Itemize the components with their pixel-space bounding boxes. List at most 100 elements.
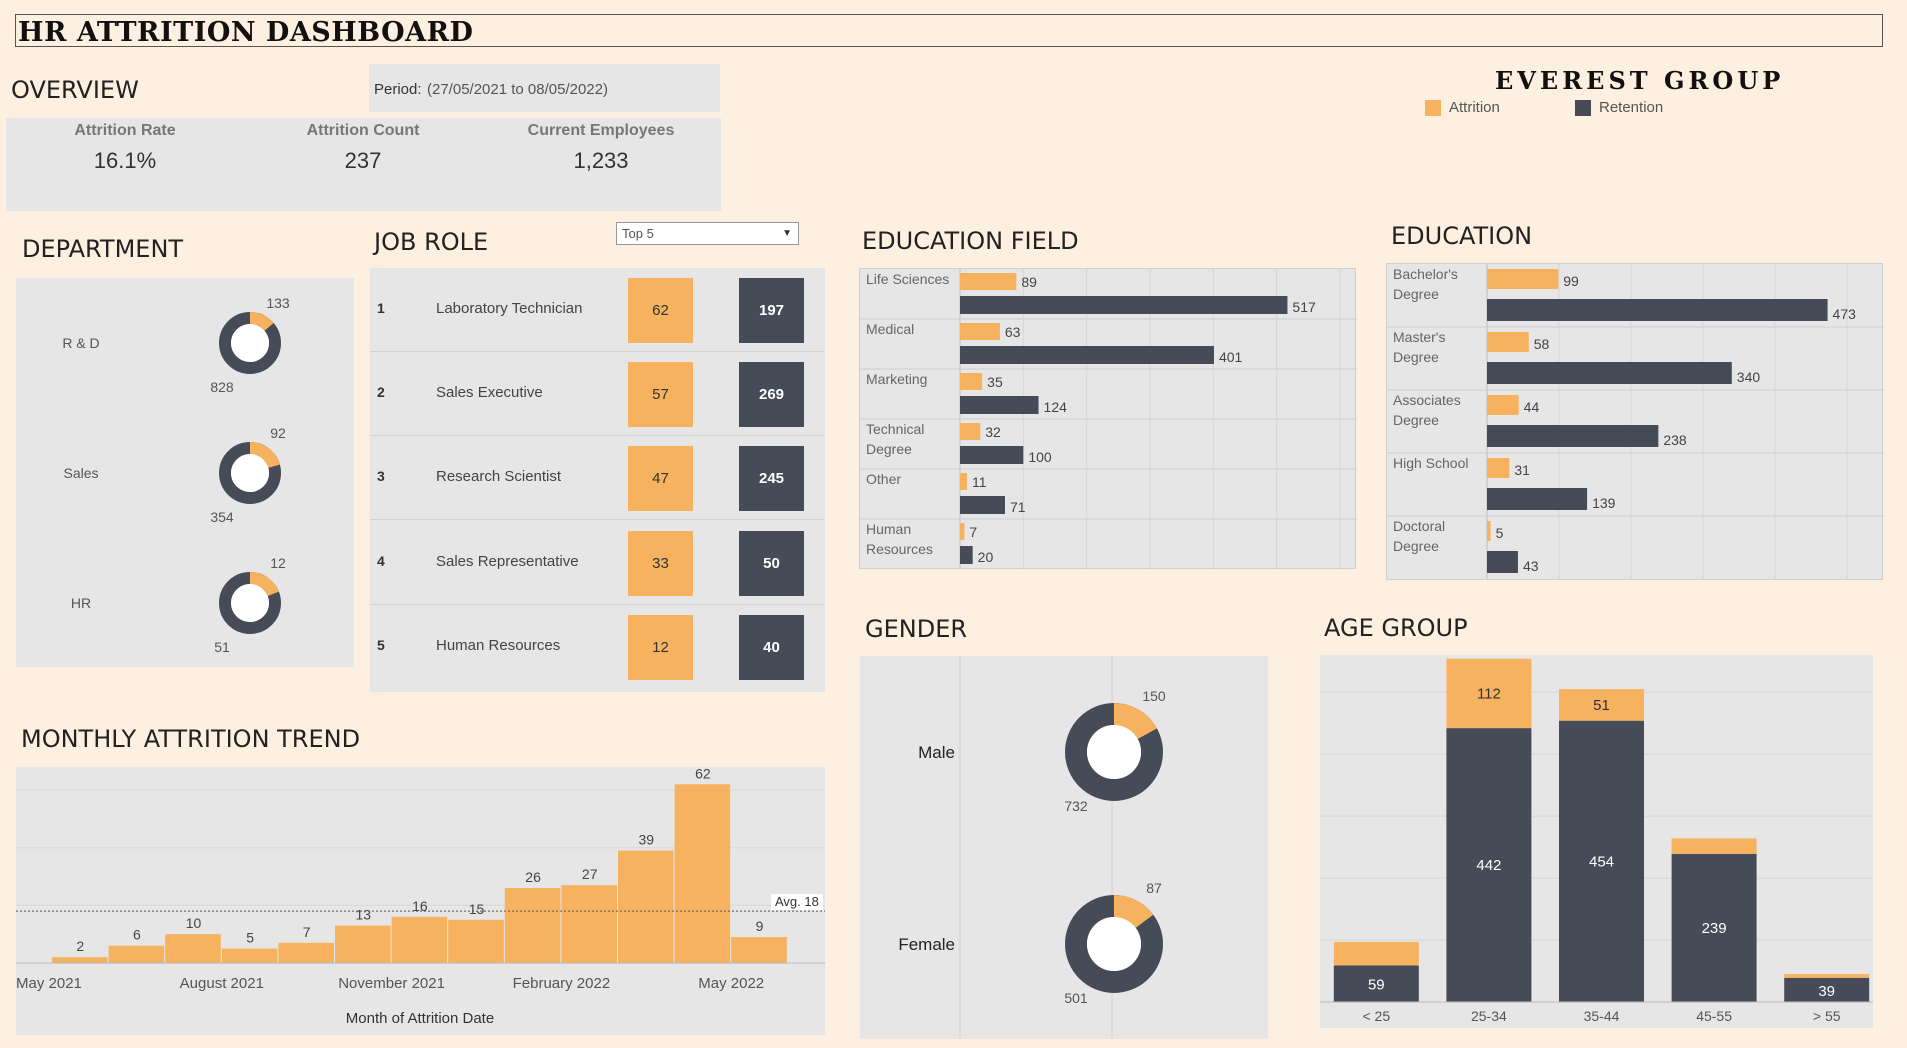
retention-value-label: 401 xyxy=(1219,349,1243,365)
brand-logo: EVEREST GROUP xyxy=(1495,66,1785,95)
gender-category-label: Female xyxy=(898,935,955,954)
retention-value-label: 340 xyxy=(1737,369,1761,385)
age-group-tick-label: 25-34 xyxy=(1471,1008,1507,1024)
age-group-bar-chart: 59 < 25 442 112 25-34 454 51 35-44 239 45-55 39 > 5… xyxy=(1320,658,1873,1024)
row-divider xyxy=(370,519,825,520)
retention-bar xyxy=(960,296,1288,314)
kpi-value-attrition-rate: 16.1% xyxy=(93,148,157,173)
monthly-bar xyxy=(561,885,617,963)
attrition-bar xyxy=(960,523,965,540)
monthly-bar xyxy=(448,919,504,963)
monthly-bar xyxy=(221,948,278,963)
retention-value-label: 473 xyxy=(1833,306,1857,322)
retention-value-label: 239 xyxy=(1702,920,1727,937)
attrition-bar xyxy=(1487,395,1519,415)
job-role-attrition-cell: 57 xyxy=(628,362,693,427)
gender-donut-chart: Male 150 732 Female 87 501 xyxy=(898,656,1166,1039)
monthly-bar xyxy=(108,945,165,963)
monthly-bar xyxy=(335,925,391,963)
monthly-value-label: 10 xyxy=(186,915,202,931)
retention-bar xyxy=(1487,425,1659,447)
monthly-value-label: 5 xyxy=(246,930,254,946)
legend-attrition-label: Attrition xyxy=(1449,99,1500,116)
monthly-value-label: 13 xyxy=(356,907,372,923)
kpi-value-current-employees: 1,233 xyxy=(573,148,629,173)
attrition-value-label: 35 xyxy=(987,374,1003,390)
retention-bar xyxy=(1487,299,1828,321)
retention-bar xyxy=(960,346,1214,364)
category-label: Marketing xyxy=(866,371,927,387)
retention-value-label: 39 xyxy=(1818,983,1835,1000)
attrition-value-label: 58 xyxy=(1534,336,1550,352)
monthly-value-label: 9 xyxy=(756,918,764,934)
job-role-filter-value: Top 5 xyxy=(622,226,654,241)
job-role-retention-cell: 197 xyxy=(739,278,804,343)
retention-value-label: 71 xyxy=(1010,499,1026,515)
attrition-bar xyxy=(1333,941,1419,966)
age-group-tick-label: < 25 xyxy=(1362,1008,1390,1024)
attrition-value-label: 44 xyxy=(1524,399,1540,415)
job-role-name: Research Scientist xyxy=(436,468,562,485)
attrition-bar xyxy=(1487,332,1529,352)
attrition-value-label: 5 xyxy=(1496,525,1504,541)
department-attrition-label: 92 xyxy=(270,425,286,441)
department-donut-chart: R & D 133 828 Sales 92 354 HR 12 51 xyxy=(62,295,290,655)
period-panel: Period: (27/05/2021 to 08/05/2022) xyxy=(369,64,720,112)
attrition-bar xyxy=(960,273,1017,290)
monthly-value-label: 7 xyxy=(303,924,311,940)
job-role-name: Human Resources xyxy=(436,637,561,654)
job-role-row: 3 Research Scientist 47 245 xyxy=(370,436,825,520)
category-label: Other xyxy=(866,471,901,487)
job-role-retention-cell: 269 xyxy=(739,362,804,427)
attrition-bar xyxy=(1487,269,1559,289)
monthly-bar xyxy=(391,916,448,963)
monthly-value-label: 27 xyxy=(582,866,598,882)
monthly-bar xyxy=(504,888,561,963)
monthly-bar xyxy=(618,850,674,963)
month-tick-label: February 2022 xyxy=(513,975,611,992)
month-tick-label: November 2021 xyxy=(338,975,445,992)
monthly-bar xyxy=(165,934,221,963)
attrition-bar xyxy=(960,373,983,390)
education-panel: Bachelor's Degree 99 473 Master's Degree 58 340… xyxy=(1386,263,1884,580)
monthly-value-label: 26 xyxy=(525,869,541,885)
monthly-trend-title: MONTHLY ATTRITION TREND xyxy=(21,725,361,753)
job-role-row: 5 Human Resources 12 40 xyxy=(370,605,825,689)
job-role-retention-cell: 50 xyxy=(739,531,804,596)
category-label: High School xyxy=(1393,455,1469,471)
dashboard-title: HR ATTRITION DASHBOARD xyxy=(18,17,474,48)
month-tick-label: May 2021 xyxy=(16,975,82,992)
gender-panel: Male 150 732 Female 87 501 xyxy=(860,656,1268,1039)
education-field-bar-chart: Life Sciences 89 517 Medical 63 401 Marketing 3… xyxy=(860,269,1357,569)
job-role-row: 4 Sales Representative 33 50 xyxy=(370,521,825,605)
legend-attrition-swatch xyxy=(1425,100,1441,116)
gender-title: GENDER xyxy=(865,615,968,643)
x-axis-title: Month of Attrition Date xyxy=(346,1010,494,1027)
attrition-bar xyxy=(960,323,1000,340)
gender-category-label: Male xyxy=(918,743,955,762)
gender-donut-female-hole xyxy=(1087,917,1141,971)
attrition-bar xyxy=(960,423,981,440)
category-label: Bachelor's xyxy=(1393,266,1458,282)
category-label: Doctoral xyxy=(1393,518,1445,534)
gender-donut-male-hole xyxy=(1087,725,1141,779)
job-role-rank: 5 xyxy=(377,637,385,653)
period-label: Period: xyxy=(374,81,422,98)
overview-title: OVERVIEW xyxy=(11,76,139,104)
dashboard-title-bar: HR ATTRITION DASHBOARD xyxy=(15,14,1883,48)
job-role-row: 1 Laboratory Technician 62 197 xyxy=(370,268,825,352)
category-label: Degree xyxy=(1393,412,1439,428)
retention-value-label: 124 xyxy=(1044,399,1068,415)
category-label: Resources xyxy=(866,541,933,557)
job-role-retention-cell: 245 xyxy=(739,446,804,511)
attrition-value-label: 7 xyxy=(969,524,977,540)
monthly-bar xyxy=(52,957,108,963)
chevron-down-icon: ▼ xyxy=(782,228,792,239)
gender-retention-label: 501 xyxy=(1064,990,1088,1006)
department-category-label: HR xyxy=(71,595,91,611)
job-role-rank: 4 xyxy=(377,553,385,569)
job-role-rank: 3 xyxy=(377,468,385,484)
education-bar-chart: Bachelor's Degree 99 473 Master's Degree 58 340… xyxy=(1387,264,1884,579)
job-role-filter-dropdown[interactable]: Top 5 ▼ xyxy=(616,222,799,245)
category-label: Degree xyxy=(866,441,912,457)
